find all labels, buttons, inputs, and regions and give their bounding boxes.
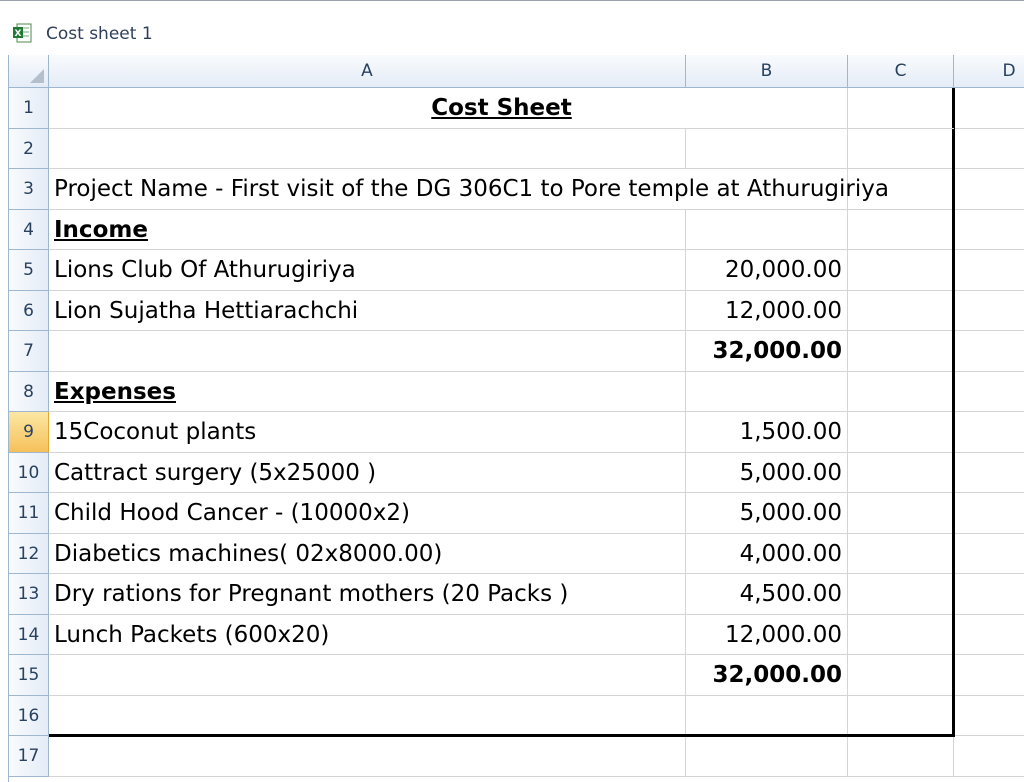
row-header-1[interactable]: 1 — [9, 88, 49, 129]
cell-a2[interactable] — [49, 128, 686, 169]
cell-a3[interactable]: Project Name - First visit of the DG 306… — [49, 169, 889, 210]
cell-d13[interactable] — [954, 574, 1024, 615]
row-header-17[interactable]: 17 — [9, 736, 49, 777]
column-header-b[interactable]: B — [686, 55, 848, 88]
row-header-10[interactable]: 10 — [9, 452, 49, 493]
cell-b5[interactable]: 20,000.00 — [686, 250, 848, 291]
cell-d2[interactable] — [954, 129, 1024, 169]
cell-a8[interactable]: Expenses — [49, 371, 686, 412]
cell-b14[interactable]: 12,000.00 — [686, 614, 848, 655]
cell-c12[interactable] — [848, 533, 954, 574]
row-header-12[interactable]: 12 — [9, 533, 49, 574]
row-header-16[interactable]: 16 — [9, 695, 49, 736]
cell-a1[interactable]: Cost Sheet — [49, 88, 954, 129]
spreadsheet-grid[interactable]: A B C D 1 Cost Sheet 2 3 Project Name - First vi… — [8, 55, 1024, 782]
column-header-c[interactable]: C — [848, 55, 954, 88]
cell-b16[interactable] — [686, 695, 848, 736]
cell-c8[interactable] — [848, 371, 954, 412]
cell-c6[interactable] — [848, 290, 954, 331]
cell-d4[interactable] — [954, 210, 1024, 250]
cell-d10[interactable] — [954, 453, 1024, 493]
cell-a15[interactable] — [49, 655, 686, 696]
cell-d12[interactable] — [954, 534, 1024, 574]
cell-a11[interactable]: Child Hood Cancer - (10000x2) — [49, 493, 686, 534]
row-header-4[interactable]: 4 — [9, 209, 49, 250]
cell-a9[interactable]: 15Coconut plants — [49, 412, 686, 453]
select-all-triangle-icon — [30, 69, 44, 83]
column-header-a[interactable]: A — [49, 55, 686, 88]
cell-b7[interactable]: 32,000.00 — [686, 331, 848, 372]
cell-b10[interactable]: 5,000.00 — [686, 452, 848, 493]
svg-text:X: X — [15, 29, 22, 39]
cell-c9[interactable] — [848, 412, 954, 453]
row-header-2[interactable]: 2 — [9, 128, 49, 169]
cell-a7[interactable] — [49, 331, 686, 372]
cell-c11[interactable] — [848, 493, 954, 534]
cell-a17[interactable] — [49, 736, 686, 777]
cell-d1[interactable] — [954, 88, 1024, 129]
cell-c7[interactable] — [848, 331, 954, 372]
excel-icon: X — [13, 23, 32, 43]
cell-c10[interactable] — [848, 452, 954, 493]
cell-d9[interactable] — [954, 412, 1024, 453]
cell-d11[interactable] — [954, 493, 1024, 534]
row-header-8[interactable]: 8 — [9, 371, 49, 412]
select-all-corner[interactable] — [9, 55, 49, 88]
row-header-7[interactable]: 7 — [9, 331, 49, 372]
cell-c13[interactable] — [848, 574, 954, 615]
cell-a14[interactable]: Lunch Packets (600x20) — [49, 614, 686, 655]
cell-a4[interactable]: Income — [49, 209, 686, 250]
print-area-border-right — [952, 88, 955, 737]
cell-c14[interactable] — [848, 614, 954, 655]
cell-d7[interactable] — [954, 331, 1024, 372]
cell-b11[interactable]: 5,000.00 — [686, 493, 848, 534]
row-header-9[interactable]: 9 — [9, 412, 49, 453]
cell-a10[interactable]: Cattract surgery (5x25000 ) — [49, 452, 686, 493]
cell-d16[interactable] — [954, 696, 1024, 736]
cell-c17[interactable] — [848, 736, 954, 777]
cell-d17[interactable] — [954, 736, 1024, 777]
cell-d5[interactable] — [954, 250, 1024, 291]
cell-b9[interactable]: 1,500.00 — [686, 412, 848, 453]
cell-a16[interactable] — [49, 695, 686, 736]
cell-b6[interactable]: 12,000.00 — [686, 290, 848, 331]
cell-d14[interactable] — [954, 615, 1024, 655]
column-header-d[interactable]: D — [954, 55, 1024, 88]
cell-d6[interactable] — [954, 291, 1024, 331]
row-header-6[interactable]: 6 — [9, 290, 49, 331]
cell-d3[interactable] — [954, 169, 1024, 210]
row-header-11[interactable]: 11 — [9, 493, 49, 534]
cell-a13[interactable]: Dry rations for Pregnant mothers (20 Pac… — [49, 574, 686, 615]
cell-c15[interactable] — [848, 655, 954, 696]
cell-c4[interactable] — [848, 209, 954, 250]
row-header-14[interactable]: 14 — [9, 614, 49, 655]
cell-a6[interactable]: Lion Sujatha Hettiarachchi — [49, 290, 686, 331]
cell-b13[interactable]: 4,500.00 — [686, 574, 848, 615]
row-header-5[interactable]: 5 — [9, 250, 49, 291]
cell-b4[interactable] — [686, 209, 848, 250]
workbook-title: Cost sheet 1 — [46, 24, 153, 44]
cell-b2[interactable] — [686, 128, 848, 169]
cell-d15[interactable] — [954, 655, 1024, 696]
cell-c16[interactable] — [848, 695, 954, 736]
cell-b8[interactable] — [686, 371, 848, 412]
cell-a12[interactable]: Diabetics machines( 02x8000.00) — [49, 533, 686, 574]
cell-d8[interactable] — [954, 372, 1024, 412]
cell-a5[interactable]: Lions Club Of Athurugiriya — [49, 250, 686, 291]
print-area-border-bottom — [49, 734, 955, 737]
cell-c2[interactable] — [848, 128, 954, 169]
row-header-13[interactable]: 13 — [9, 574, 49, 615]
row-header-15[interactable]: 15 — [9, 655, 49, 696]
workbook-titlebar: X Cost sheet 1 — [0, 0, 1024, 55]
cell-b12[interactable]: 4,000.00 — [686, 533, 848, 574]
cell-b17[interactable] — [686, 736, 848, 777]
row-header-3[interactable]: 3 — [9, 169, 49, 210]
cell-b15[interactable]: 32,000.00 — [686, 655, 848, 696]
cell-c5[interactable] — [848, 250, 954, 291]
